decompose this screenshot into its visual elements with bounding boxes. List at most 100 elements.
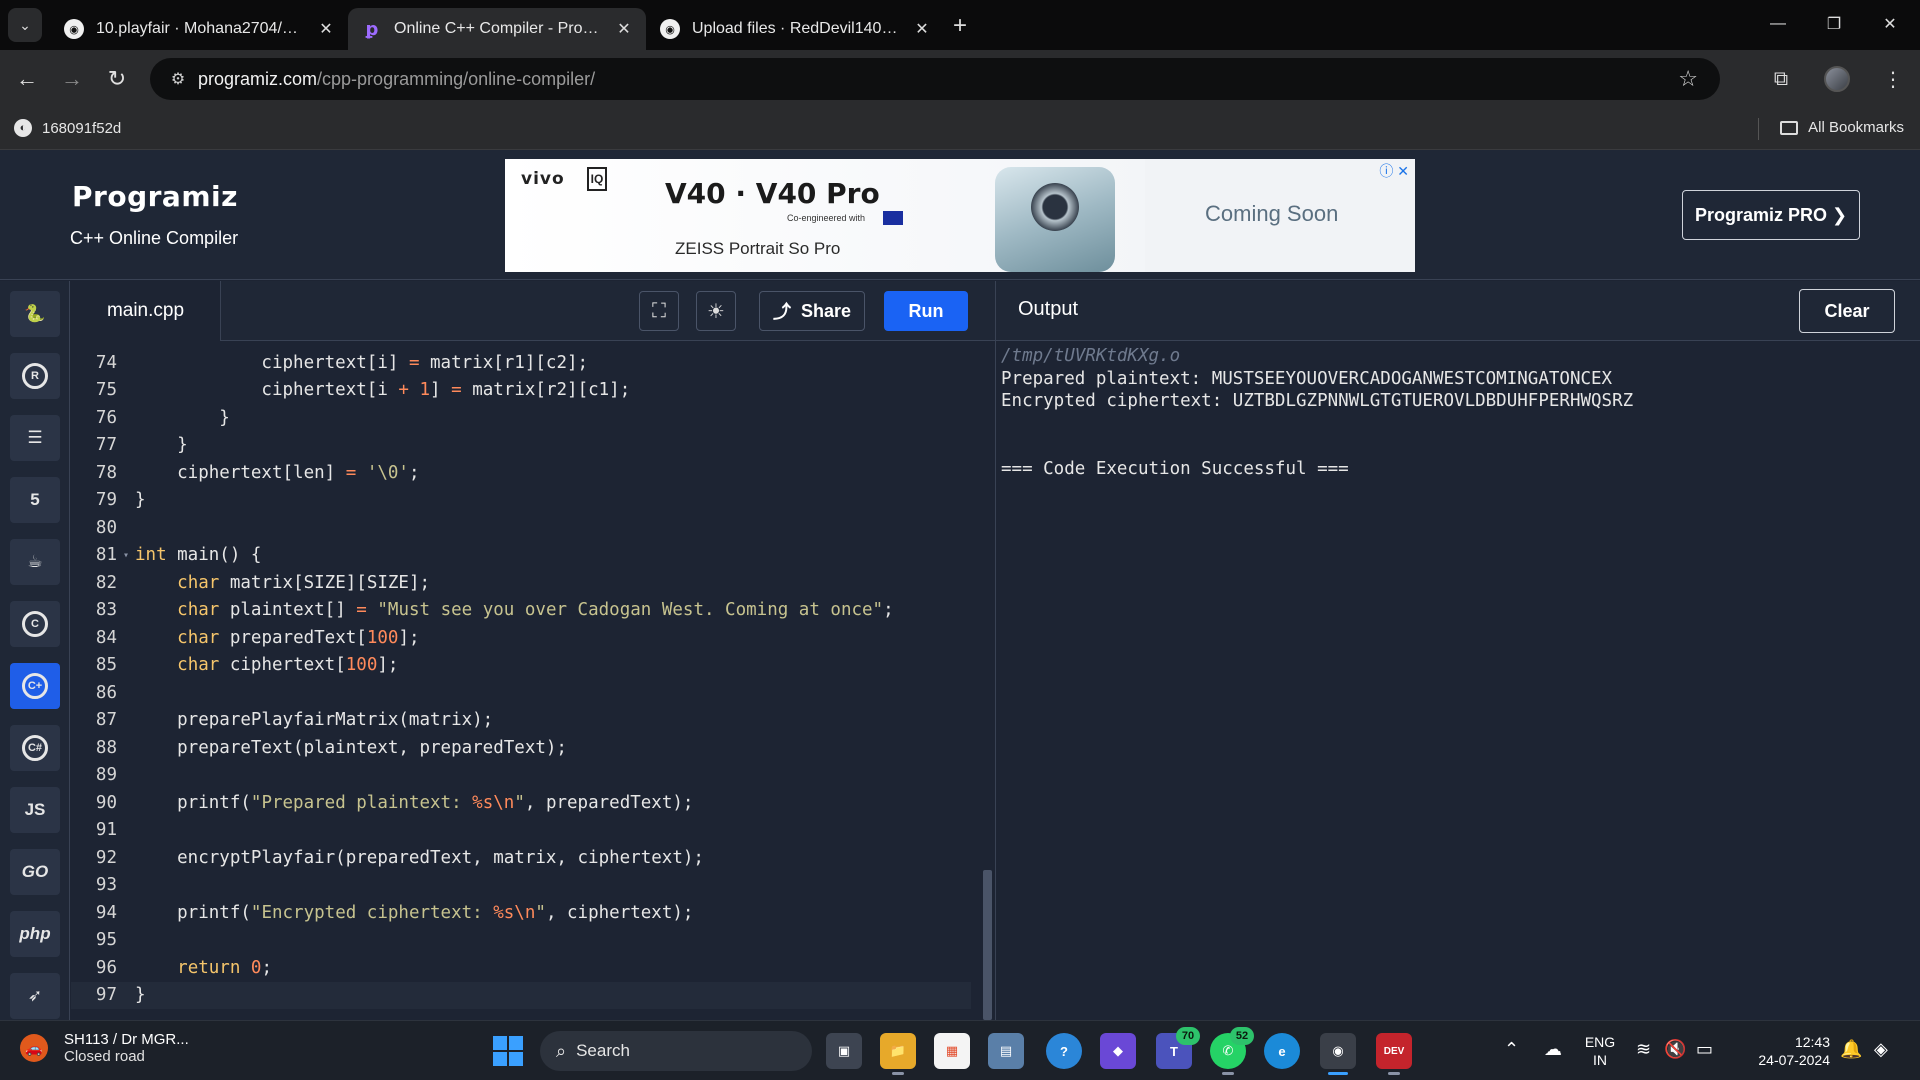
close-icon[interactable]: ✕: [614, 19, 634, 39]
teams-icon[interactable]: T 70: [1156, 1027, 1200, 1069]
copilot-icon[interactable]: ◆: [1100, 1033, 1136, 1069]
battery-icon[interactable]: ▭: [1696, 1039, 1713, 1060]
tab-upload-files[interactable]: ◉ Upload files · RedDevil1402/CSA ✕: [646, 8, 944, 50]
output-console[interactable]: /tmp/tUVRKtdKXg.o Prepared plaintext: MUS…: [995, 341, 1920, 1020]
line-number: 87: [95, 710, 117, 731]
profile-avatar[interactable]: [1820, 62, 1854, 96]
html-icon[interactable]: 5: [10, 477, 60, 523]
menu-icon[interactable]: ⋮: [1876, 62, 1910, 96]
weather-widget[interactable]: 🚗 SH113 / Dr MGR... Closed road: [20, 1031, 189, 1065]
onedrive-icon[interactable]: ☁: [1544, 1039, 1562, 1060]
clear-button[interactable]: Clear: [1799, 289, 1895, 333]
go-icon[interactable]: GO: [10, 849, 60, 895]
minimize-button[interactable]: —: [1750, 6, 1806, 42]
code-line[interactable]: 74 ciphertext[i] = matrix[r1][c2];: [71, 349, 971, 377]
edge-icon[interactable]: e: [1264, 1033, 1300, 1069]
help-icon[interactable]: ?: [1046, 1033, 1082, 1069]
all-bookmarks-button[interactable]: All Bookmarks: [1780, 119, 1904, 136]
clock[interactable]: 12:43 24-07-2024: [1730, 1033, 1830, 1069]
code-line[interactable]: 90 printf("Prepared plaintext: %s\n", pr…: [71, 789, 971, 817]
code-line[interactable]: 88 prepareText(plaintext, preparedText);: [71, 734, 971, 762]
programiz-logo[interactable]: Programiz: [72, 180, 238, 213]
copilot-tray-icon[interactable]: ◈: [1874, 1039, 1888, 1060]
address-bar[interactable]: ⚙ programiz.com/cpp-programming/online-c…: [150, 58, 1720, 100]
code-line[interactable]: 93: [71, 872, 971, 900]
task-view-icon[interactable]: ▣: [826, 1033, 862, 1069]
fullscreen-icon[interactable]: ⛶: [639, 291, 679, 331]
r-icon[interactable]: R: [10, 353, 60, 399]
microsoft-store-icon[interactable]: ▦: [934, 1033, 970, 1069]
new-tab-button[interactable]: +: [944, 10, 976, 42]
bookmark-item[interactable]: ◐ 168091f52d: [14, 119, 121, 137]
theme-toggle-icon[interactable]: ☀: [696, 291, 736, 331]
code-line[interactable]: 78 ciphertext[len] = '\0';: [71, 459, 971, 487]
close-icon[interactable]: ✕: [912, 19, 932, 39]
chevron-up-icon[interactable]: ⌃: [1504, 1039, 1519, 1060]
forward-button[interactable]: →: [55, 62, 89, 96]
run-button[interactable]: Run: [884, 291, 968, 331]
editor-scrollbar[interactable]: [983, 870, 992, 1020]
back-button[interactable]: ←: [10, 62, 44, 96]
tab-playfair[interactable]: ◉ 10.playfair · Mohana2704/CSA5 ✕: [50, 8, 348, 50]
site-info-icon[interactable]: ⚙: [158, 58, 198, 100]
wifi-icon[interactable]: ≋: [1636, 1039, 1651, 1060]
code-line[interactable]: 79}: [71, 487, 971, 515]
swift-icon[interactable]: ➶: [10, 973, 60, 1019]
code-line[interactable]: 97}: [71, 981, 971, 1009]
close-window-button[interactable]: ✕: [1862, 6, 1918, 42]
code-line[interactable]: 89: [71, 762, 971, 790]
language-indicator[interactable]: ENG IN: [1580, 1033, 1620, 1069]
code-line[interactable]: 82 char matrix[SIZE][SIZE];: [71, 569, 971, 597]
share-icon: ⤴: [772, 302, 791, 322]
code-line[interactable]: 92 encryptPlayfair(preparedText, matrix,…: [71, 844, 971, 872]
c-icon[interactable]: C: [10, 601, 60, 647]
code-line[interactable]: 85 char ciphertext[100];: [71, 652, 971, 680]
running-indicator: [1222, 1072, 1234, 1075]
code-line[interactable]: 91: [71, 817, 971, 845]
reload-button[interactable]: ↻: [100, 62, 134, 96]
advertisement-banner[interactable]: vivo IQ V40 · V40 Pro Co-engineered with…: [505, 159, 1415, 272]
file-explorer-icon[interactable]: 📁: [880, 1033, 916, 1075]
cpp-icon[interactable]: C+: [10, 663, 60, 709]
code-line[interactable]: 96 return 0;: [71, 954, 971, 982]
code-line[interactable]: 95: [71, 927, 971, 955]
globe-icon: ◐: [14, 119, 32, 137]
share-button[interactable]: ⤴ Share: [759, 291, 865, 331]
start-button[interactable]: [490, 1033, 526, 1069]
code-line[interactable]: 87 preparePlayfairMatrix(matrix);: [71, 707, 971, 735]
whatsapp-icon[interactable]: ✆ 52: [1210, 1027, 1254, 1075]
csharp-icon[interactable]: C#: [10, 725, 60, 771]
chrome-icon[interactable]: ◉: [1320, 1033, 1356, 1075]
code-line[interactable]: 76 }: [71, 404, 971, 432]
ad-close-icon[interactable]: ⓘ ✕: [1379, 161, 1409, 181]
close-icon[interactable]: ✕: [316, 19, 336, 39]
code-line[interactable]: 80: [71, 514, 971, 542]
bookmark-star-icon[interactable]: ☆: [1678, 66, 1698, 92]
javascript-icon[interactable]: JS: [10, 787, 60, 833]
tab-online-compiler[interactable]: ꝑ Online C++ Compiler - Programiz ✕: [348, 8, 646, 50]
tab-search-button[interactable]: ⌄: [8, 8, 42, 42]
java-icon[interactable]: ☕: [10, 539, 60, 585]
file-tab-main-cpp[interactable]: main.cpp: [71, 281, 221, 341]
divider: [1758, 118, 1759, 140]
python-icon[interactable]: 🐍: [10, 291, 60, 337]
notification-bell-icon[interactable]: 🔔: [1840, 1039, 1862, 1060]
code-line[interactable]: 86: [71, 679, 971, 707]
programiz-pro-button[interactable]: Programiz PRO ❯: [1682, 190, 1860, 240]
extensions-icon[interactable]: ⧉: [1764, 62, 1798, 96]
code-line[interactable]: 81 ▾ int main() {: [71, 542, 971, 570]
php-icon[interactable]: php: [10, 911, 60, 957]
sql-icon[interactable]: ☰: [10, 415, 60, 461]
code-line[interactable]: 75 ciphertext[i + 1] = matrix[r2][c1];: [71, 377, 971, 405]
devcpp-icon[interactable]: DEV: [1376, 1033, 1412, 1075]
restore-button[interactable]: ❐: [1806, 6, 1862, 42]
fold-toggle-icon[interactable]: ▾: [117, 550, 135, 561]
code-line[interactable]: 84 char preparedText[100];: [71, 624, 971, 652]
code-line[interactable]: 94 printf("Encrypted ciphertext: %s\n", …: [71, 899, 971, 927]
code-line[interactable]: 77 }: [71, 432, 971, 460]
taskbar-search[interactable]: ⌕ Search: [540, 1031, 812, 1071]
code-line[interactable]: 83 char plaintext[] = "Must see you over…: [71, 597, 971, 625]
photos-icon[interactable]: ▤: [988, 1033, 1024, 1069]
volume-muted-icon[interactable]: 🔇: [1664, 1039, 1686, 1060]
code-editor[interactable]: ▲ 74 ciphertext[i] = matrix[r1][c2];75 c…: [71, 341, 995, 1020]
